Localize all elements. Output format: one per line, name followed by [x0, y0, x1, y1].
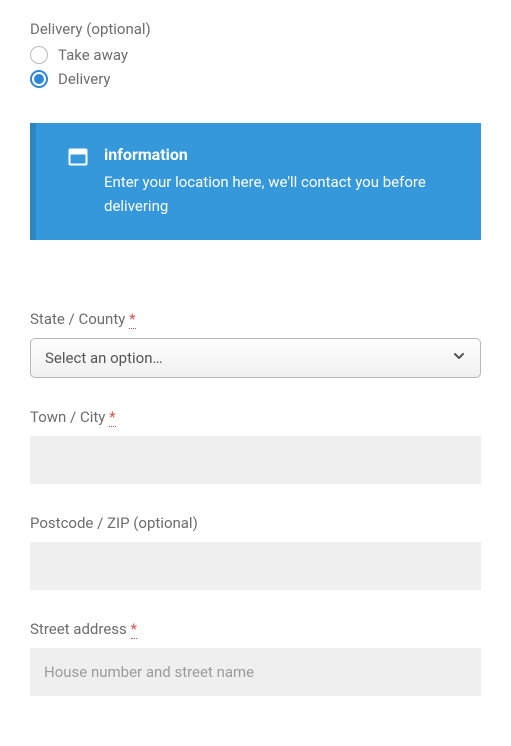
calendar-icon [68, 147, 88, 218]
radio-icon [30, 46, 48, 64]
radio-icon [30, 70, 48, 88]
street-input[interactable] [30, 648, 481, 696]
field-postcode: Postcode / ZIP (optional) [30, 514, 481, 590]
radio-delivery[interactable]: Delivery [30, 70, 481, 88]
postcode-label: Postcode / ZIP (optional) [30, 514, 481, 532]
radio-label: Take away [58, 46, 128, 64]
info-box: information Enter your location here, we… [30, 123, 481, 240]
state-select[interactable]: Select an option… [30, 338, 481, 378]
city-input[interactable] [30, 436, 481, 484]
city-label: Town / City * [30, 408, 481, 426]
chevron-down-icon [452, 349, 466, 367]
required-marker: * [109, 408, 115, 427]
field-city: Town / City * [30, 408, 481, 484]
street-label: Street address * [30, 620, 481, 638]
info-body: Enter your location here, we'll contact … [104, 170, 459, 218]
required-marker: * [131, 620, 137, 639]
radio-take-away[interactable]: Take away [30, 46, 481, 64]
delivery-radio-group: Take away Delivery [30, 46, 481, 88]
postcode-input[interactable] [30, 542, 481, 590]
radio-dot-icon [34, 74, 44, 84]
state-label: State / County * [30, 310, 481, 328]
state-select-value: Select an option… [45, 349, 163, 367]
info-title: information [104, 145, 459, 164]
field-state: State / County * Select an option… [30, 310, 481, 378]
required-marker: * [129, 310, 135, 329]
delivery-label: Delivery (optional) [30, 20, 481, 38]
field-street: Street address * [30, 620, 481, 696]
radio-label: Delivery [58, 70, 111, 88]
